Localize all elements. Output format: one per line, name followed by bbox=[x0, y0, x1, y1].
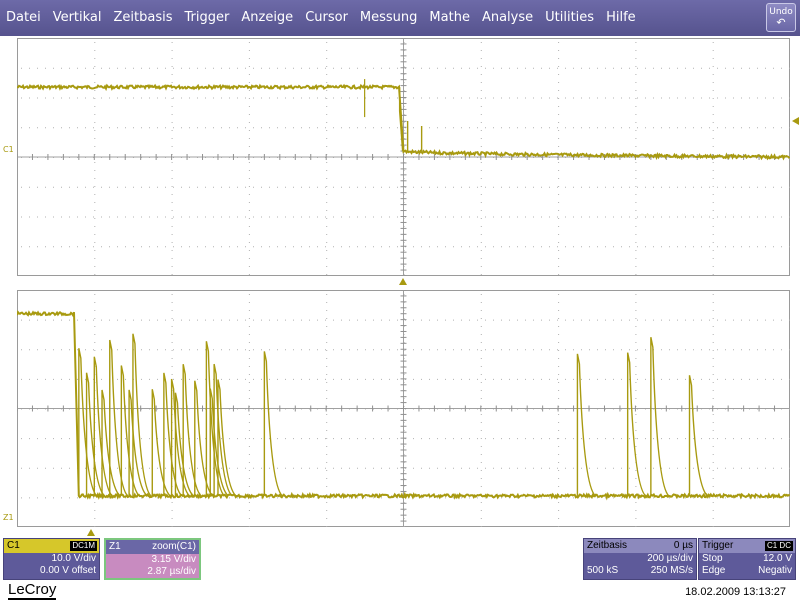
menu-item-vertikal[interactable]: Vertikal bbox=[47, 0, 108, 36]
trigger-source-badge: C1 DC bbox=[764, 541, 793, 551]
c1-descriptor-label: C1 bbox=[7, 540, 20, 551]
timebase-rate: 250 MS/s bbox=[650, 565, 693, 576]
trigger-title: Trigger bbox=[702, 540, 734, 551]
menu-item-trigger[interactable]: Trigger bbox=[179, 0, 236, 36]
menu-item-zeitbasis[interactable]: Zeitbasis bbox=[108, 0, 179, 36]
timebase-delay: 0 µs bbox=[673, 540, 693, 551]
menu-item-anzeige[interactable]: Anzeige bbox=[235, 0, 299, 36]
c1-descriptor-header: C1 DC1M bbox=[4, 539, 99, 553]
z1-timebase: 2.87 µs/div bbox=[147, 566, 196, 577]
menu-item-mathe[interactable]: Mathe bbox=[423, 0, 476, 36]
c1-offset: 0.00 V offset bbox=[40, 565, 96, 576]
lecroy-logo: LeCroy bbox=[8, 581, 57, 600]
trigger-level: 12.0 V bbox=[763, 553, 792, 564]
c1-ground-marker[interactable]: C1 bbox=[3, 145, 14, 154]
timebase-descriptor-header: Zeitbasis 0 µs bbox=[584, 539, 696, 553]
menu-item-messung[interactable]: Messung bbox=[354, 0, 424, 36]
date-time: 18.02.2009 13:13:27 bbox=[685, 586, 786, 598]
z1-descriptor-header: Z1 zoom(C1) bbox=[106, 540, 199, 554]
timebase-title: Zeitbasis bbox=[587, 540, 628, 551]
trigger-descriptor[interactable]: Trigger C1 DC Stop 12.0 V Edge Negativ bbox=[698, 538, 796, 580]
z1-descriptor[interactable]: Z1 zoom(C1) 3.15 V/div 2.87 µs/div bbox=[104, 538, 201, 580]
undo-arrow-icon: ↶ bbox=[776, 16, 786, 29]
z1-ground-marker[interactable]: Z1 bbox=[3, 514, 14, 522]
trigger-mode: Stop bbox=[702, 553, 723, 564]
undo-button[interactable]: Undo ↶ bbox=[766, 3, 796, 32]
trigger-slope: Negativ bbox=[758, 565, 792, 576]
menu-bar: Datei Vertikal Zeitbasis Trigger Anzeige Curs… bbox=[0, 0, 800, 36]
c1-descriptor[interactable]: C1 DC1M 10.0 V/div 0.00 V offset bbox=[3, 538, 100, 580]
menu-item-datei[interactable]: Datei bbox=[0, 0, 47, 36]
trigger-position-marker[interactable] bbox=[399, 278, 407, 285]
menu-item-utilities[interactable]: Utilities bbox=[539, 0, 600, 36]
menu-items: Datei Vertikal Zeitbasis Trigger Anzeige Curs… bbox=[0, 0, 642, 36]
z1-trace-grid[interactable] bbox=[17, 290, 790, 527]
trigger-level-marker[interactable] bbox=[792, 117, 799, 125]
trigger-type: Edge bbox=[702, 565, 726, 576]
z1-scale: 3.15 V/div bbox=[151, 554, 196, 565]
coupling-badge: DC1M bbox=[70, 541, 97, 551]
c1-scale: 10.0 V/div bbox=[51, 553, 96, 564]
c1-waveform-chart bbox=[17, 38, 790, 276]
timebase-samples: 500 kS bbox=[587, 565, 619, 576]
z1-descriptor-label: Z1 bbox=[109, 541, 121, 552]
menu-item-cursor[interactable]: Cursor bbox=[299, 0, 354, 36]
z1-waveform-chart bbox=[17, 290, 790, 527]
z1-source: zoom(C1) bbox=[152, 541, 196, 552]
trigger-descriptor-header: Trigger C1 DC bbox=[699, 539, 795, 553]
timebase-per-div: 200 µs/div bbox=[647, 553, 693, 564]
timebase-descriptor[interactable]: Zeitbasis 0 µs 200 µs/div 500 kS 250 MS/… bbox=[583, 538, 697, 580]
z1-marker-label: Z1 bbox=[3, 513, 14, 522]
menu-item-hilfe[interactable]: Hilfe bbox=[600, 0, 642, 36]
zoom-position-marker[interactable] bbox=[87, 529, 95, 536]
c1-trace-grid[interactable] bbox=[17, 38, 790, 276]
menu-item-analyse[interactable]: Analyse bbox=[476, 0, 539, 36]
